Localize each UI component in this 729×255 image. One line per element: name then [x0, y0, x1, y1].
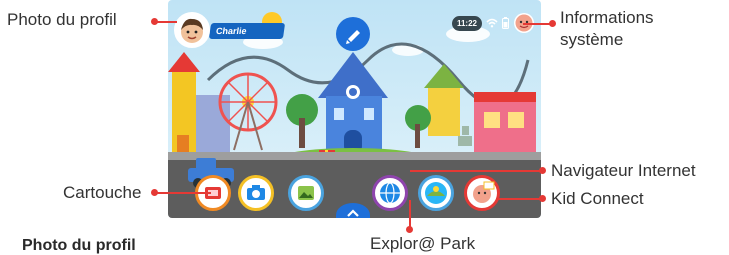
park-icon [425, 182, 447, 204]
clock-display: 11:22 [451, 15, 482, 31]
callout-dot-browser [539, 167, 546, 174]
callout-system-info-line2: système [560, 30, 624, 49]
callout-system-info-line1: Informations [560, 8, 654, 27]
callout-line-profile [155, 21, 177, 23]
callout-dot-kid-connect [539, 195, 546, 202]
callout-dot-system-info [549, 20, 556, 27]
child-face-icon [181, 18, 203, 43]
explore-park-app[interactable] [418, 175, 454, 211]
kid-connect-app[interactable] [464, 175, 500, 211]
draw-pen-button[interactable] [336, 17, 370, 51]
profile-photo-avatar[interactable] [174, 12, 210, 48]
section-heading-profile-photo: Photo du profil [22, 237, 136, 254]
callout-line-cartridge [155, 192, 211, 194]
profile-badge[interactable]: Charlie [174, 12, 294, 50]
gallery-app[interactable] [288, 175, 324, 211]
chevron-up-icon [347, 209, 359, 217]
callout-line-browser [410, 170, 540, 172]
pen-icon [346, 30, 360, 44]
callout-kid-connect: Kid Connect [551, 189, 644, 208]
kid-connect-icon [473, 181, 495, 203]
camera-app[interactable] [238, 175, 274, 211]
callout-line-kid-connect [496, 198, 540, 200]
tablet-home-screen: Charlie 11:22 [168, 0, 541, 218]
globe-icon [380, 182, 400, 204]
camera-icon [247, 185, 265, 200]
profile-name: Charlie [208, 23, 286, 39]
internet-browser-app[interactable] [372, 175, 408, 211]
callout-profile-photo: Photo du profil [7, 10, 117, 29]
battery-icon [502, 17, 509, 29]
callout-cartridge: Cartouche [63, 183, 142, 202]
gallery-icon [298, 186, 314, 200]
wifi-icon [486, 18, 498, 28]
expand-dock-button[interactable] [336, 203, 370, 218]
callout-explore-park: Explor@ Park [370, 234, 476, 253]
callout-dot-explore-park [406, 226, 413, 233]
callout-internet-browser: Navigateur Internet [551, 161, 696, 180]
